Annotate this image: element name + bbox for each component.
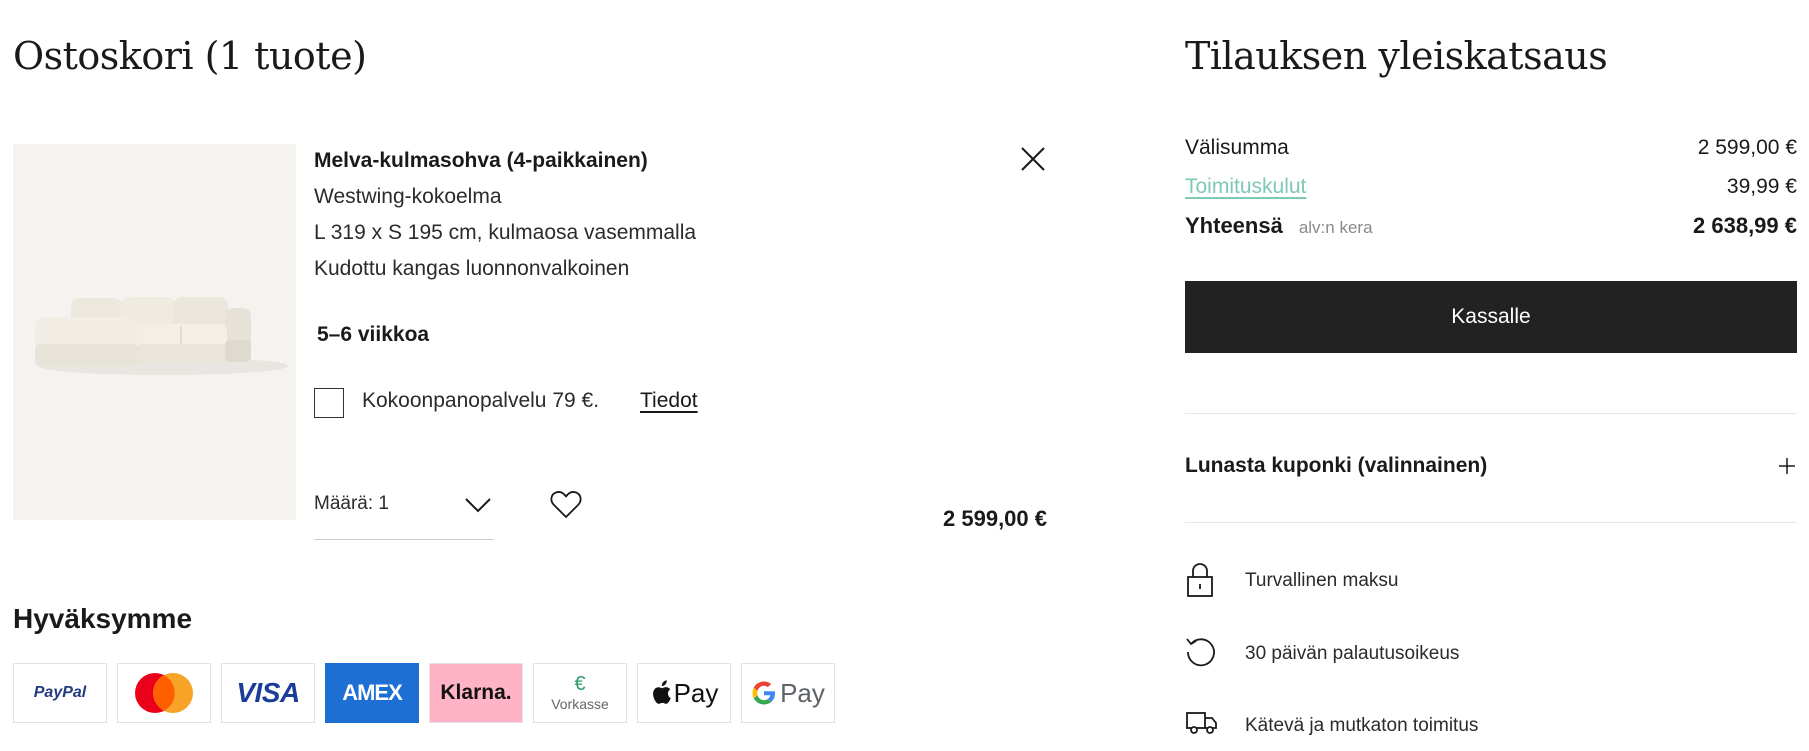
visa-text: VISA	[236, 677, 300, 708]
total-label: Yhteensä	[1185, 213, 1283, 238]
coupon-label: Lunasta kuponki (valinnainen)	[1185, 454, 1488, 477]
google-pay-logo: Pay	[741, 663, 835, 723]
total-value: 2 638,99 €	[1693, 213, 1797, 238]
google-icon	[752, 681, 776, 705]
shipping-row: Toimituskulut 39,99 €	[1185, 175, 1797, 199]
mastercard-icon	[135, 673, 193, 713]
assembly-details-link[interactable]: Tiedot	[640, 389, 698, 413]
apple-pay-text: Pay	[673, 677, 719, 708]
remove-item-button[interactable]	[1018, 144, 1048, 174]
delivery-time: 5–6 viikkoa	[317, 323, 430, 346]
wishlist-button[interactable]	[549, 489, 583, 521]
apple-icon	[652, 680, 671, 704]
coupon-accordion[interactable]: Lunasta kuponki (valinnainen)	[1185, 450, 1797, 486]
benefit-delivery: Kätevä ja mutkaton toimitus	[1185, 707, 1797, 747]
lock-icon	[1187, 563, 1213, 597]
close-icon	[1021, 147, 1045, 171]
benefit-secure-text: Turvallinen maksu	[1245, 570, 1399, 591]
amex-text: AMEX	[342, 680, 403, 705]
vorkasse-text: Vorkasse	[551, 696, 609, 712]
total-row: Yhteensä alv:n kera 2 638,99 €	[1185, 213, 1797, 239]
paypal-logo: PayPal	[13, 663, 107, 723]
quantity-select[interactable]: Määrä: 1	[314, 485, 494, 540]
mastercard-logo	[117, 663, 211, 723]
product-dimensions: L 319 x S 195 cm, kulmaosa vasemmalla	[314, 221, 697, 244]
product-material: Kudottu kangas luonnonvalkoinen	[314, 257, 630, 280]
product-image[interactable]	[13, 144, 296, 520]
product-collection: Westwing-kokoelma	[314, 185, 502, 208]
benefit-delivery-text: Kätevä ja mutkaton toimitus	[1245, 715, 1479, 736]
benefit-returns-text: 30 päivän palautusoikeus	[1245, 643, 1460, 664]
shipping-value: 39,99 €	[1726, 175, 1797, 198]
subtotal-label: Välisumma	[1185, 136, 1289, 159]
plus-icon	[1779, 458, 1795, 474]
payment-logos: PayPal VISA AMEX Klarna. € Vorkasse Pay …	[13, 663, 835, 723]
order-summary-title: Tilauksen yleiskatsaus	[1185, 34, 1608, 78]
subtotal-row: Välisumma 2 599,00 €	[1185, 136, 1797, 160]
payment-methods-heading: Hyväksymme	[13, 603, 193, 634]
paypal-text: PayPal	[33, 684, 87, 701]
assembly-service-label: Kokoonpanopalvelu 79 €.	[362, 389, 600, 412]
cart-title: Ostoskori (1 tuote)	[13, 34, 367, 78]
chevron-down-icon	[465, 498, 491, 513]
subtotal-value: 2 599,00 €	[1697, 136, 1797, 159]
klarna-text: Klarna.	[440, 681, 512, 704]
klarna-logo: Klarna.	[429, 663, 523, 723]
return-icon	[1186, 638, 1215, 667]
product-name[interactable]: Melva-kulmasohva (4-paikkainen)	[314, 149, 648, 173]
heart-icon	[550, 491, 582, 518]
divider	[1185, 413, 1797, 414]
item-price: 2 599,00 €	[943, 506, 1047, 531]
amex-logo: AMEX	[325, 663, 419, 723]
euro-icon: €	[574, 673, 586, 695]
google-pay-text: Pay	[780, 677, 825, 708]
benefit-secure-payment: Turvallinen maksu	[1185, 562, 1797, 602]
truck-icon	[1186, 712, 1217, 734]
total-vat-note: alv:n kera	[1298, 218, 1373, 237]
shipping-costs-link[interactable]: Toimituskulut	[1185, 175, 1306, 199]
vorkasse-logo: € Vorkasse	[533, 663, 627, 723]
apple-pay-logo: Pay	[637, 663, 731, 723]
quantity-label: Määrä: 1	[314, 493, 389, 514]
visa-logo: VISA	[221, 663, 315, 723]
divider	[1185, 522, 1797, 523]
sofa-illustration	[35, 297, 288, 375]
benefit-returns: 30 päivän palautusoikeus	[1185, 635, 1797, 675]
assembly-service-checkbox[interactable]	[314, 388, 344, 418]
checkout-button[interactable]: Kassalle	[1185, 281, 1797, 353]
